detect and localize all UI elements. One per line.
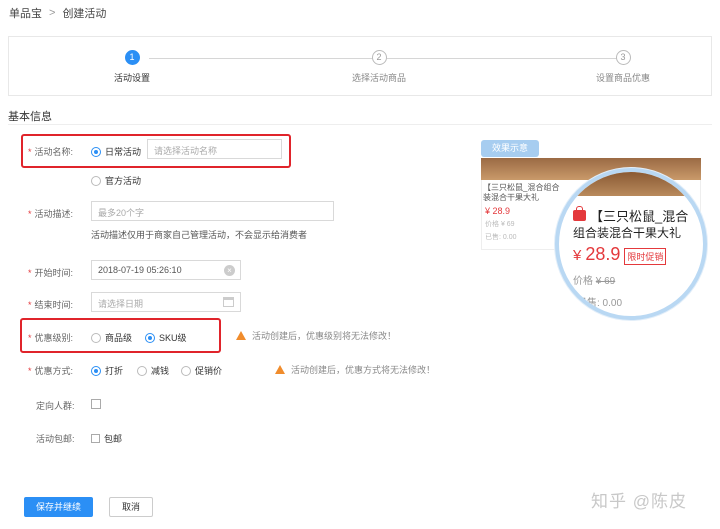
- step-1: 1 活动设置: [72, 50, 192, 84]
- breadcrumb-current: 创建活动: [62, 8, 107, 20]
- preview-small-original: 价格 ¥ 69: [485, 221, 515, 228]
- free-shipping-label: 活动包邮:: [36, 434, 75, 444]
- radio-dot: [91, 365, 101, 376]
- activity-name-input[interactable]: 请选择活动名称: [147, 139, 282, 159]
- preview-tag: 效果示意: [481, 140, 539, 157]
- start-time-value: 2018-07-19 05:26:10: [98, 265, 182, 275]
- preview-small-sold: 已售: 0.00: [485, 234, 517, 241]
- activity-name-label: * 活动名称:: [28, 147, 74, 157]
- step-3: 3 设置商品优惠: [563, 50, 683, 84]
- section-title: 基本信息: [8, 111, 52, 123]
- radio-discount[interactable]: 打折: [91, 364, 123, 377]
- radio-daily-activity[interactable]: 日常活动: [91, 145, 141, 158]
- magnified-product-image: [559, 172, 703, 196]
- promo-badge: 限时促销: [624, 248, 667, 265]
- preview-small-price: ¥ 28.9: [485, 206, 511, 216]
- step-2: 2 选择活动商品: [319, 50, 439, 84]
- step-indicator: 1 活动设置 2 选择活动商品 3 设置商品优惠: [8, 36, 712, 96]
- watermark: 知乎 @陈皮: [591, 492, 687, 511]
- radio-dot: [91, 175, 101, 186]
- clear-icon[interactable]: ×: [224, 265, 235, 276]
- discount-level-tip: 活动创建后，优惠级别将无法修改！: [236, 329, 396, 342]
- target-crowd-checkbox[interactable]: [91, 399, 101, 409]
- radio-dot: [181, 365, 191, 376]
- end-time-input[interactable]: 请选择日期: [91, 292, 241, 312]
- magnified-title-line1: 【三只松鼠_混合: [573, 206, 688, 225]
- step-label: 设置商品优惠: [595, 73, 650, 83]
- warning-icon: [275, 365, 285, 374]
- calendar-icon[interactable]: [223, 297, 234, 307]
- step-number: 1: [124, 50, 140, 65]
- preview-small-title: 【三只松鼠_混合组合装混合干果大礼: [483, 183, 560, 202]
- free-shipping-checkbox[interactable]: 包邮: [91, 432, 122, 445]
- section-divider: [8, 124, 712, 125]
- radio-dot: [91, 332, 101, 343]
- radio-sku-level[interactable]: SKU级: [145, 331, 187, 344]
- magnified-title-line2: 组合装混合干果大礼: [573, 226, 682, 240]
- currency-symbol: ¥: [573, 247, 582, 264]
- magnified-price: ¥ 28.9 限时促销: [573, 244, 667, 265]
- breadcrumb-separator: >: [49, 7, 56, 19]
- activity-desc-hint: 活动描述仅用于商家自己管理活动，不会显示给消费者: [91, 230, 308, 240]
- end-time-placeholder: 请选择日期: [98, 299, 144, 309]
- activity-desc-input[interactable]: 最多20个字: [91, 201, 334, 221]
- step-number: 3: [615, 50, 631, 65]
- radio-promo-price[interactable]: 促销价: [181, 364, 222, 377]
- discount-method-label: * 优惠方式:: [28, 366, 74, 376]
- step-number: 2: [371, 50, 387, 65]
- radio-dot: [137, 365, 147, 376]
- radio-reduce[interactable]: 减钱: [137, 364, 169, 377]
- breadcrumb-parent[interactable]: 单品宝: [9, 5, 42, 21]
- start-time-label: * 开始时间:: [28, 268, 74, 278]
- activity-desc-label: * 活动描述:: [28, 209, 74, 219]
- magnified-original-price: 价格 ¥ 69: [573, 276, 616, 287]
- radio-official-activity[interactable]: 官方活动: [91, 174, 141, 187]
- step-label: 选择活动商品: [351, 73, 406, 83]
- price-value: 28.9: [585, 244, 621, 264]
- shopping-bag-icon: [573, 206, 586, 221]
- magnified-sold: 已售: 0.00: [577, 298, 623, 309]
- discount-method-tip: 活动创建后，优惠方式将无法修改！: [275, 363, 435, 376]
- discount-level-label: * 优惠级别:: [28, 333, 74, 343]
- preview-magnifier: 【三只松鼠_混合 组合装混合干果大礼 ¥ 28.9 限时促销 价格 ¥ 69 已…: [555, 168, 707, 320]
- target-crowd-label: 定向人群:: [36, 401, 75, 411]
- save-continue-button[interactable]: 保存并继续: [24, 497, 93, 517]
- radio-dot: [145, 332, 155, 343]
- checkbox-box: [91, 434, 100, 443]
- radio-dot: [91, 146, 101, 157]
- end-time-label: * 结束时间:: [28, 300, 74, 310]
- warning-icon: [236, 331, 246, 340]
- cancel-button[interactable]: 取消: [109, 497, 153, 517]
- start-time-input[interactable]: 2018-07-19 05:26:10 ×: [91, 260, 241, 280]
- breadcrumb: 单品宝 > 创建活动: [9, 5, 106, 21]
- step-label: 活动设置: [113, 73, 150, 83]
- radio-product-level[interactable]: 商品级: [91, 331, 132, 344]
